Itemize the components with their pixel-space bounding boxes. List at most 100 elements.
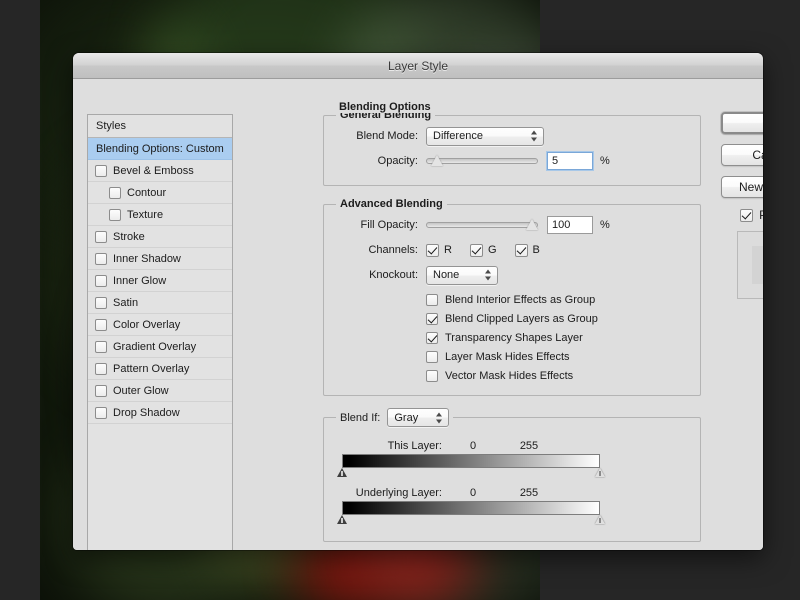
style-list-item[interactable]: Bevel & Emboss: [88, 160, 232, 182]
style-list-item[interactable]: Inner Glow: [88, 270, 232, 292]
style-list-item-label: Inner Glow: [113, 274, 167, 287]
style-list-item[interactable]: Gradient Overlay: [88, 336, 232, 358]
blend-if-group: Blend If: Gray This Layer: 0 255 Underlying…: [323, 408, 701, 542]
channel-toggle[interactable]: G: [469, 243, 497, 257]
opacity-slider[interactable]: [426, 153, 538, 169]
blend-if-max-handle[interactable]: [595, 468, 605, 477]
style-enable-checkbox[interactable]: [95, 296, 107, 309]
layer-style-dialog: Layer Style Styles Blending Options: Cus…: [73, 53, 763, 550]
preview-toggle[interactable]: Preview: [721, 208, 763, 222]
advanced-option-row[interactable]: Layer Mask Hides Effects: [426, 347, 690, 366]
advanced-option-checkbox[interactable]: [426, 350, 438, 363]
advanced-option-label: Transparency Shapes Layer: [445, 331, 583, 344]
channel-toggle[interactable]: R: [426, 243, 452, 257]
blend-if-gradient-bar-wrap[interactable]: [334, 501, 690, 527]
advanced-option-checkbox[interactable]: [426, 312, 438, 325]
advanced-blending-title: Advanced Blending: [340, 198, 443, 210]
styles-list-empty-area: [88, 424, 232, 550]
blend-if-min-value: 0: [469, 486, 477, 499]
advanced-option-label: Vector Mask Hides Effects: [445, 369, 574, 382]
style-list-item[interactable]: Stroke: [88, 226, 232, 248]
style-list-item[interactable]: Outer Glow: [88, 380, 232, 402]
fill-opacity-slider[interactable]: [426, 217, 538, 233]
blend-if-gradient-bar: [342, 454, 600, 468]
advanced-option-checkbox[interactable]: [426, 293, 438, 306]
channel-label: G: [487, 244, 497, 256]
fill-opacity-input[interactable]: 100: [547, 216, 593, 234]
cancel-button[interactable]: Cancel: [721, 144, 763, 166]
style-list-item[interactable]: Contour: [88, 182, 232, 204]
advanced-option-label: Blend Clipped Layers as Group: [445, 312, 598, 325]
advanced-options-list: Blend Interior Effects as Group Blend Cli…: [334, 290, 690, 385]
style-list-item[interactable]: Drop Shadow: [88, 402, 232, 424]
fill-opacity-slider-handle[interactable]: [526, 219, 538, 230]
blend-if-max-value: 255: [519, 486, 539, 499]
desktop-background: Layer Style Styles Blending Options: Cus…: [0, 0, 800, 600]
advanced-option-row[interactable]: Vector Mask Hides Effects: [426, 366, 690, 385]
new-style-button[interactable]: New Style...: [721, 176, 763, 198]
knockout-select[interactable]: None: [426, 265, 498, 285]
opacity-input[interactable]: 5: [547, 152, 593, 170]
blend-if-min-value: 0: [469, 439, 477, 452]
advanced-option-row[interactable]: Blend Interior Effects as Group: [426, 290, 690, 309]
style-enable-checkbox[interactable]: [109, 186, 121, 199]
opacity-slider-handle[interactable]: [431, 155, 443, 166]
style-enable-checkbox[interactable]: [95, 274, 107, 287]
blend-if-label: Blend If:: [340, 411, 381, 424]
dialog-title: Layer Style: [387, 58, 449, 73]
blend-if-max-handle[interactable]: [595, 515, 605, 524]
style-list-item[interactable]: Inner Shadow: [88, 248, 232, 270]
style-list-item-label: Contour: [127, 186, 167, 199]
blend-mode-select[interactable]: Difference: [426, 126, 544, 146]
channel-label: R: [444, 244, 452, 256]
advanced-option-row[interactable]: Blend Clipped Layers as Group: [426, 309, 690, 328]
blend-if-channel-select[interactable]: Gray: [387, 408, 450, 427]
advanced-option-row[interactable]: Transparency Shapes Layer: [426, 328, 690, 347]
style-enable-checkbox[interactable]: [95, 384, 107, 397]
blend-if-slider-block: Underlying Layer: 0 255: [334, 484, 690, 527]
style-enable-checkbox[interactable]: [95, 252, 107, 265]
style-list-item[interactable]: Blending Options: Custom: [88, 138, 232, 160]
advanced-option-checkbox[interactable]: [426, 331, 438, 344]
style-enable-checkbox[interactable]: [95, 340, 107, 353]
fill-opacity-value: 100: [552, 219, 571, 231]
dialog-titlebar[interactable]: Layer Style: [73, 53, 763, 79]
blend-if-gradient-bar-wrap[interactable]: [334, 454, 690, 480]
style-enable-checkbox[interactable]: [95, 164, 107, 177]
channel-checkbox[interactable]: [514, 243, 528, 257]
style-list-item-label: Satin: [113, 296, 139, 309]
styles-list: Blending Options: Custom Bevel & Emboss Co…: [88, 138, 232, 424]
style-list-item-label: Outer Glow: [113, 384, 169, 397]
preview-checkbox[interactable]: [740, 208, 754, 222]
fill-opacity-unit: %: [600, 219, 610, 231]
advanced-option-checkbox[interactable]: [426, 369, 438, 382]
style-list-item[interactable]: Color Overlay: [88, 314, 232, 336]
ok-button[interactable]: OK: [721, 112, 763, 134]
style-list-item[interactable]: Pattern Overlay: [88, 358, 232, 380]
style-enable-checkbox[interactable]: [95, 362, 107, 375]
styles-list-header: Styles: [88, 115, 232, 138]
blend-if-slider-labels: This Layer: 0 255: [334, 437, 690, 454]
channel-checkbox[interactable]: [426, 243, 439, 257]
channel-toggle[interactable]: B: [514, 243, 540, 257]
style-enable-checkbox[interactable]: [95, 406, 107, 419]
opacity-unit: %: [600, 155, 610, 167]
blending-options-content: Blending Options General Blending Blend …: [323, 101, 701, 550]
style-enable-checkbox[interactable]: [95, 230, 107, 243]
blend-if-min-handle[interactable]: [337, 515, 347, 524]
style-enable-checkbox[interactable]: [95, 318, 107, 331]
blend-if-slider-name: This Layer:: [387, 439, 442, 452]
fill-opacity-row: Fill Opacity: 100 %: [334, 214, 690, 236]
blend-if-gradient-bar: [342, 501, 600, 515]
blend-if-channel-value: Gray: [394, 411, 419, 424]
style-list-item[interactable]: Texture: [88, 204, 232, 226]
blend-mode-label: Blend Mode:: [356, 130, 418, 142]
style-list-item[interactable]: Satin: [88, 292, 232, 314]
blend-if-min-handle[interactable]: [337, 468, 347, 477]
fill-opacity-label: Fill Opacity:: [360, 219, 418, 231]
stepper-arrows-icon: [485, 269, 492, 282]
advanced-option-label: Layer Mask Hides Effects: [445, 350, 570, 363]
blend-if-max-value: 255: [519, 439, 539, 452]
style-enable-checkbox[interactable]: [109, 208, 121, 221]
channel-checkbox[interactable]: [469, 243, 483, 257]
